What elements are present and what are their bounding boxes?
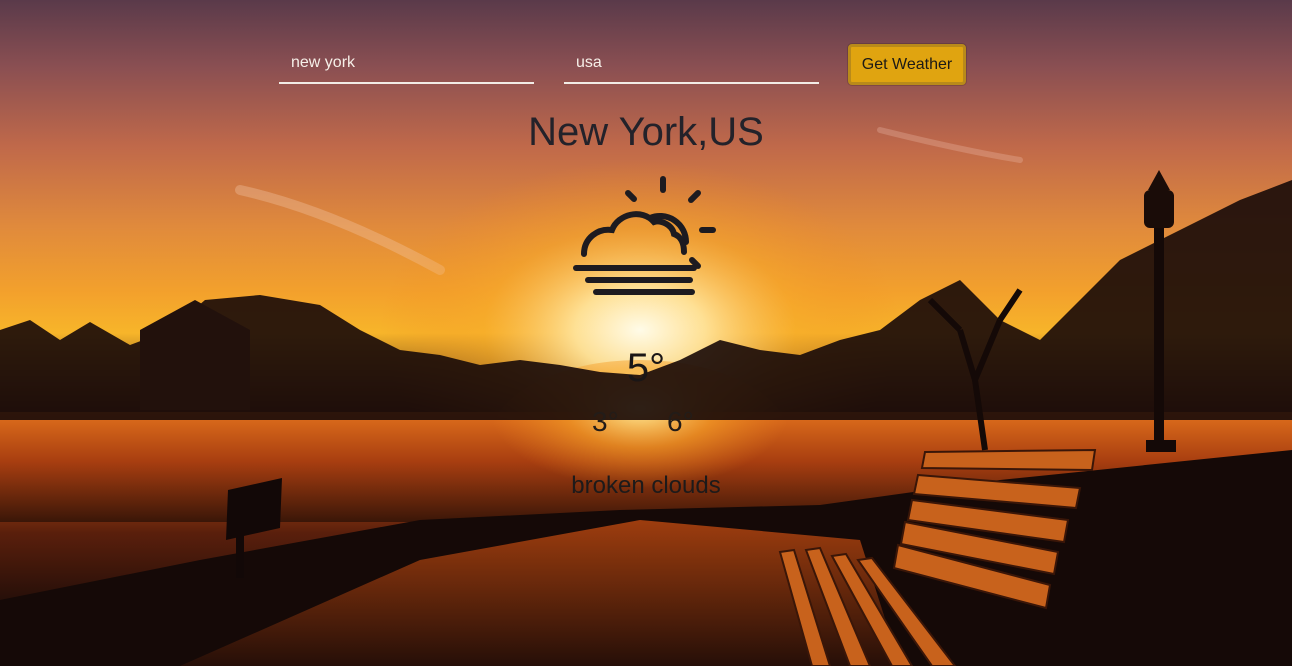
weather-app: Get Weather New York,US (0, 0, 1292, 666)
get-weather-button[interactable]: Get Weather (848, 44, 966, 85)
temperature-range: 3° 6° (0, 406, 1292, 440)
country-input[interactable] (564, 44, 819, 84)
location-title: New York,US (528, 110, 764, 154)
weather-description: broken clouds (571, 472, 721, 499)
min-temperature: 3° (592, 406, 619, 437)
search-form: Get Weather (279, 44, 969, 86)
current-temperature: 5° (626, 346, 666, 390)
max-temperature: 6° (667, 406, 694, 437)
sun-fog-icon (568, 176, 724, 302)
city-input[interactable] (279, 44, 534, 84)
sunset-background-image (0, 127, 1292, 666)
